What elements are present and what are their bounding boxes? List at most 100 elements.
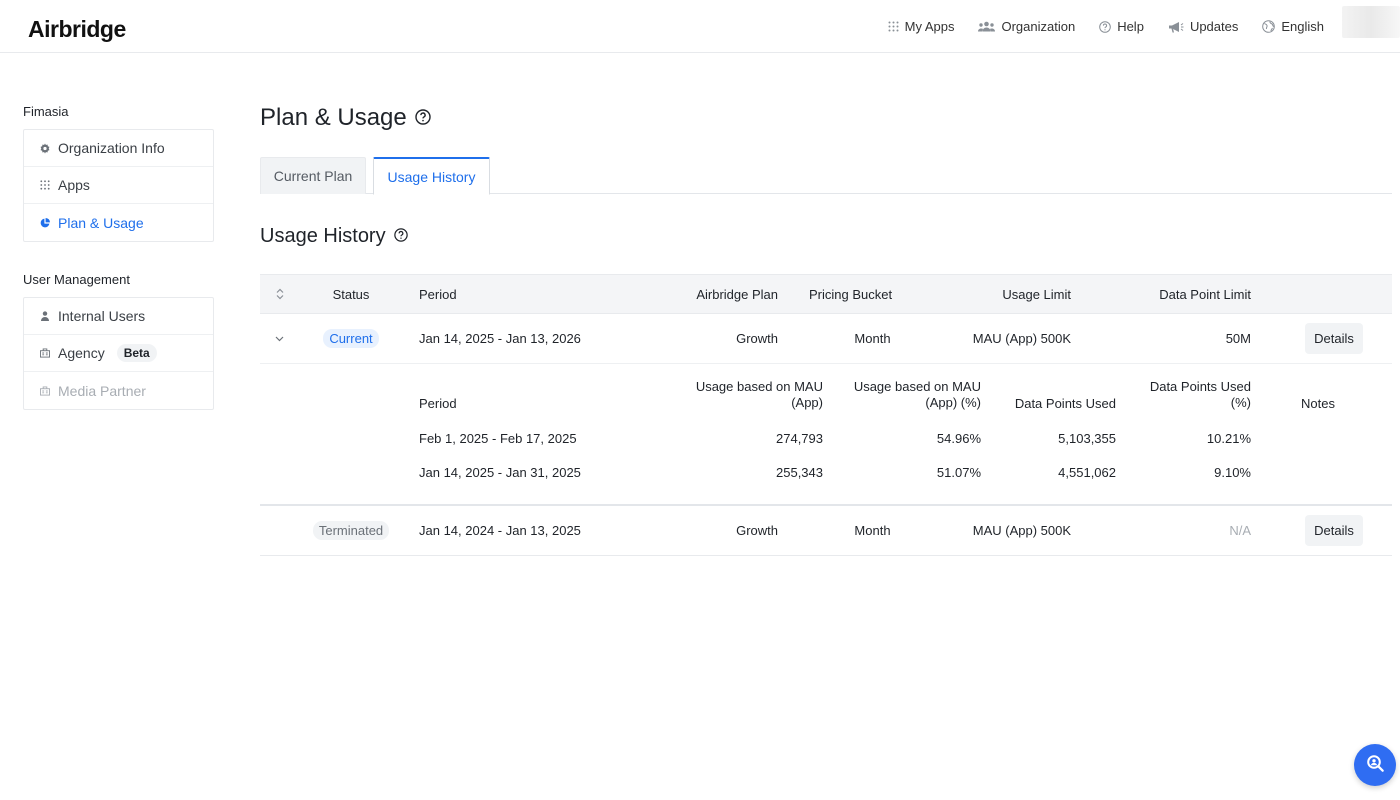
logo[interactable]: Airbridge (28, 16, 126, 43)
nav-organization[interactable]: Organization (978, 19, 1075, 34)
column-header-period[interactable]: Period (419, 275, 457, 313)
details-button[interactable]: Details (1305, 515, 1363, 546)
sidebar-item-media-partner[interactable]: Media Partner (24, 372, 213, 409)
user-group-title: User Management (23, 272, 130, 287)
nav-label: English (1281, 19, 1324, 34)
sub-period-cell: Jan 14, 2025 - Jan 31, 2025 (419, 465, 581, 480)
sub-mau-cell: 255,343 (776, 465, 823, 480)
nav-label: My Apps (904, 19, 955, 34)
megaphone-icon (1168, 21, 1184, 33)
column-header-data-point-limit[interactable]: Data Point Limit (1159, 275, 1251, 313)
nav-label: Help (1117, 19, 1144, 34)
table-header: Status Period Airbridge Plan Pricing Buc… (260, 275, 1392, 314)
nav-help[interactable]: Help (1099, 19, 1144, 34)
bucket-cell: Month (854, 523, 891, 538)
sidebar-item-plan-usage[interactable]: Plan & Usage (24, 204, 213, 241)
column-header-bucket[interactable]: Pricing Bucket (809, 275, 892, 313)
section-title: Usage History (260, 225, 408, 248)
column-header-plan[interactable]: Airbridge Plan (696, 275, 778, 313)
nav-label: Organization (1001, 19, 1076, 34)
support-chat-button[interactable] (1354, 744, 1396, 786)
column-header-usage-limit[interactable]: Usage Limit (1002, 275, 1071, 313)
chevron-down-icon[interactable] (260, 314, 298, 363)
sub-mau-pct-cell: 51.07% (936, 465, 981, 480)
nav-language[interactable]: English (1262, 19, 1324, 34)
nav-my-apps[interactable]: My Apps (888, 19, 955, 34)
top-bar: Airbridge My Apps Organization Help Upda… (0, 0, 1400, 53)
sub-header-mau-pct: Usage based on MAU (App) (%) (854, 379, 981, 411)
bucket-cell: Month (854, 331, 891, 346)
grid-icon (888, 21, 899, 32)
sort-icon[interactable] (260, 275, 300, 313)
column-header-status[interactable]: Status (320, 275, 382, 313)
sub-header-text: (App) (791, 395, 823, 410)
people-icon (978, 21, 996, 32)
sidebar-item-label: Media Partner (58, 382, 146, 399)
period-cell: Jan 14, 2024 - Jan 13, 2025 (419, 523, 581, 538)
sub-header-notes: Notes (1301, 396, 1335, 411)
status-badge: Terminated (312, 521, 390, 540)
page-title: Plan & Usage (260, 104, 431, 132)
question-circle-icon (1099, 20, 1111, 33)
plan-cell: Growth (736, 331, 778, 346)
nav-label: Updates (1189, 19, 1239, 34)
sub-header-text: (App) (%) (925, 395, 981, 410)
table-row[interactable]: Current Jan 14, 2025 - Jan 13, 2026 Grow… (260, 314, 1392, 364)
sidebar-item-organization-info[interactable]: Organization Info (24, 130, 213, 167)
sub-period-cell: Feb 1, 2025 - Feb 17, 2025 (419, 431, 577, 446)
sub-mau-pct-cell: 54.96% (936, 431, 981, 446)
tab-bar: Current Plan Usage History (260, 157, 1392, 195)
page-title-text: Plan & Usage (260, 104, 407, 131)
sidebar-item-label: Agency (58, 345, 105, 361)
sidebar-item-label: Internal Users (58, 308, 146, 324)
pie-chart-icon (40, 217, 50, 228)
question-circle-icon[interactable] (393, 225, 408, 248)
avatar[interactable] (1342, 6, 1400, 38)
status-badge: Current (323, 329, 379, 348)
sub-header-text: Usage based on MAU (695, 379, 823, 394)
globe-icon (1262, 20, 1276, 33)
sub-dp-used-cell: 4,551,062 (1058, 465, 1116, 480)
tab-usage-history[interactable]: Usage History (373, 157, 490, 195)
sub-mau-cell: 274,793 (776, 431, 823, 446)
usage-limit-cell: MAU (App) 500K (972, 523, 1071, 538)
sub-header-text: Data Points Used (1149, 379, 1251, 394)
user-menu: Internal Users Agency Beta Media Partner (23, 297, 214, 410)
sub-header-mau: Usage based on MAU (App) (696, 379, 823, 411)
data-point-limit-cell: 50M (1225, 331, 1251, 346)
gear-icon (40, 143, 50, 153)
beta-badge: Beta (116, 344, 157, 362)
building-icon (40, 385, 50, 396)
usage-history-table: Status Period Airbridge Plan Pricing Buc… (260, 274, 1392, 556)
search-person-icon (1365, 754, 1385, 777)
sub-header-text: (%) (1230, 395, 1251, 410)
sub-dp-used-cell: 5,103,355 (1058, 431, 1116, 446)
data-point-limit-cell: N/A (1229, 523, 1251, 538)
sub-header-dp-used: Data Points Used (1014, 396, 1116, 411)
sidebar-item-label: Apps (58, 177, 90, 193)
nav-updates[interactable]: Updates (1168, 19, 1238, 34)
grid-icon (40, 180, 50, 190)
period-cell: Jan 14, 2025 - Jan 13, 2026 (419, 331, 581, 346)
section-title-text: Usage History (260, 225, 386, 247)
sub-header-dp-pct: Data Points Used (%) (1150, 379, 1251, 411)
table-row[interactable]: Terminated Jan 14, 2024 - Jan 13, 2025 G… (260, 506, 1392, 556)
org-group-title: Fimasia (23, 104, 69, 119)
sub-dp-pct-cell: 9.10% (1214, 465, 1251, 480)
details-button[interactable]: Details (1305, 323, 1363, 354)
plan-cell: Growth (736, 523, 778, 538)
org-menu: Organization Info Apps Plan & Usage (23, 129, 214, 242)
tab-current-plan[interactable]: Current Plan (260, 157, 366, 194)
sub-dp-pct-cell: 10.21% (1206, 431, 1251, 446)
usage-limit-cell: MAU (App) 500K (972, 331, 1071, 346)
building-icon (40, 348, 50, 358)
sub-header-period: Period (419, 396, 457, 411)
sidebar-item-agency[interactable]: Agency Beta (24, 335, 213, 372)
sidebar-item-label: Plan & Usage (58, 214, 144, 231)
sidebar-item-apps[interactable]: Apps (24, 167, 213, 204)
sidebar-item-internal-users[interactable]: Internal Users (24, 298, 213, 335)
user-icon (40, 311, 50, 321)
sub-header-text: Usage based on MAU (853, 379, 981, 394)
top-nav: My Apps Organization Help Updates Englis… (888, 0, 1324, 53)
question-circle-icon[interactable] (415, 104, 431, 132)
